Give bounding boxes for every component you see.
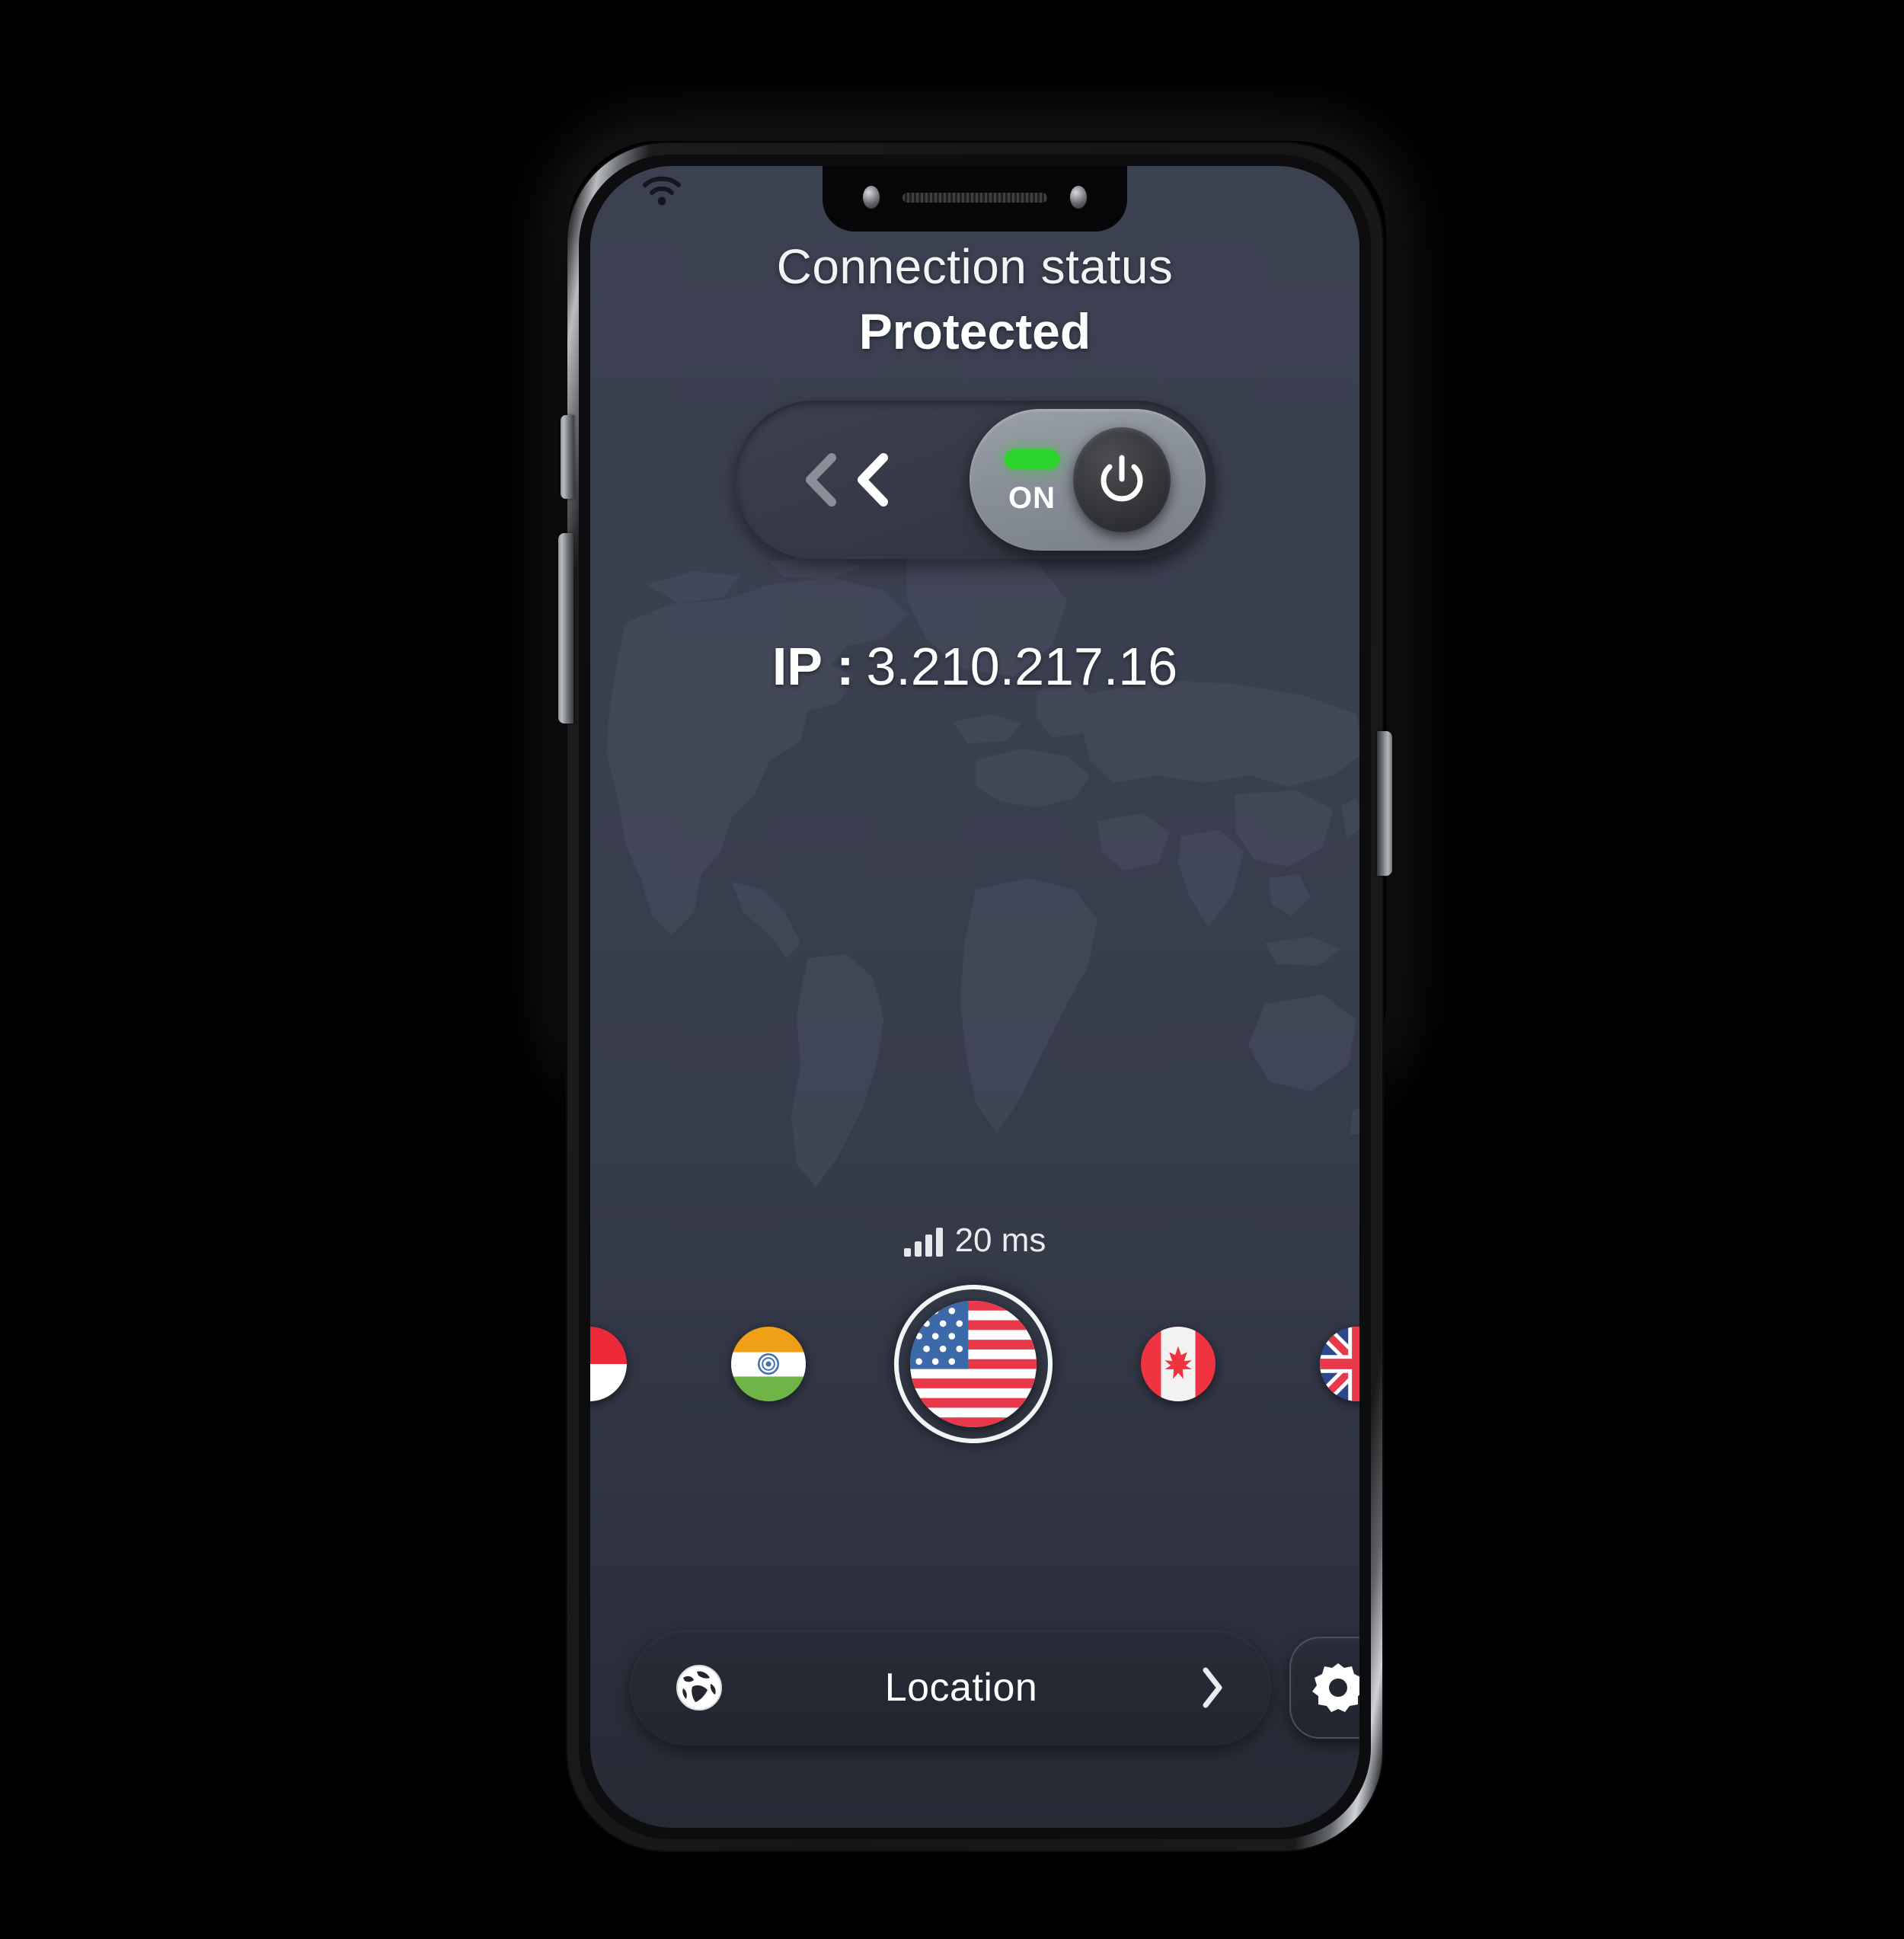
ip-address-value: 3.210.217.16	[866, 637, 1178, 696]
double-chevron-left-icon	[806, 453, 836, 506]
connection-status-value: Protected	[858, 303, 1091, 359]
collapse-toggle-button[interactable]	[735, 401, 963, 559]
globe-icon	[676, 1665, 722, 1711]
bottom-action-bar: Location	[590, 1630, 1359, 1746]
vpn-power-button[interactable]	[1073, 427, 1171, 532]
toggle-knob[interactable]: ON	[970, 409, 1206, 551]
signal-bar-4	[935, 1227, 943, 1257]
flag-item-united-states[interactable]	[894, 1285, 1053, 1443]
settings-button[interactable]	[1289, 1637, 1359, 1739]
status-led	[1005, 449, 1059, 469]
ip-address-row: IP : 3.210.217.16	[772, 640, 1177, 693]
gear-icon	[1312, 1663, 1359, 1712]
flag-icon-canada	[1141, 1327, 1216, 1401]
connection-status-label: Connection status	[776, 239, 1174, 294]
signal-bars-icon	[903, 1226, 943, 1257]
signal-bar-3	[925, 1234, 932, 1257]
flag-item-india[interactable]	[731, 1327, 806, 1401]
earpiece-speaker	[902, 192, 1047, 203]
flag-item-united-kingdom[interactable]	[1320, 1327, 1359, 1401]
device-power-button[interactable]	[1377, 731, 1392, 876]
front-camera-dot	[1070, 186, 1087, 209]
toggle-state-indicator: ON	[1005, 449, 1059, 513]
device-notch	[823, 166, 1127, 232]
flag-icon-singapore	[590, 1327, 627, 1401]
phone-mockup-stage: Connection status Protected ON IP: 3.21…	[0, 0, 1904, 1939]
flag-icon-united-states	[910, 1301, 1037, 1427]
chevron-right-icon	[1203, 1667, 1222, 1708]
chevron-left-icon	[858, 453, 888, 506]
front-sensor-dot	[863, 186, 880, 209]
phone-screen: Connection status Protected ON IP: 3.21…	[590, 166, 1359, 1828]
flag-icon-united-kingdom	[1320, 1327, 1359, 1401]
latency-value: 20 ms	[954, 1222, 1046, 1259]
volume-button[interactable]	[558, 533, 573, 724]
signal-bar-2	[914, 1241, 922, 1257]
location-button[interactable]: Location	[630, 1630, 1271, 1746]
silent-switch-button[interactable]	[561, 415, 574, 499]
server-flag-carousel[interactable]	[590, 1276, 1359, 1452]
flag-item-canada[interactable]	[1141, 1327, 1216, 1401]
ip-label: IP :	[772, 637, 855, 696]
location-label: Location	[884, 1666, 1038, 1710]
power-icon	[1101, 455, 1143, 502]
flag-item-singapore[interactable]	[590, 1327, 627, 1401]
vpn-app-content: Connection status Protected ON IP: 3.21…	[590, 166, 1359, 1828]
latency-row: 20 ms	[590, 1222, 1359, 1259]
flag-icon-india	[731, 1327, 806, 1401]
toggle-state-label: ON	[1008, 481, 1056, 515]
vpn-power-toggle[interactable]: ON	[735, 401, 1215, 559]
signal-bar-1	[903, 1247, 911, 1257]
wifi-icon	[643, 176, 681, 206]
